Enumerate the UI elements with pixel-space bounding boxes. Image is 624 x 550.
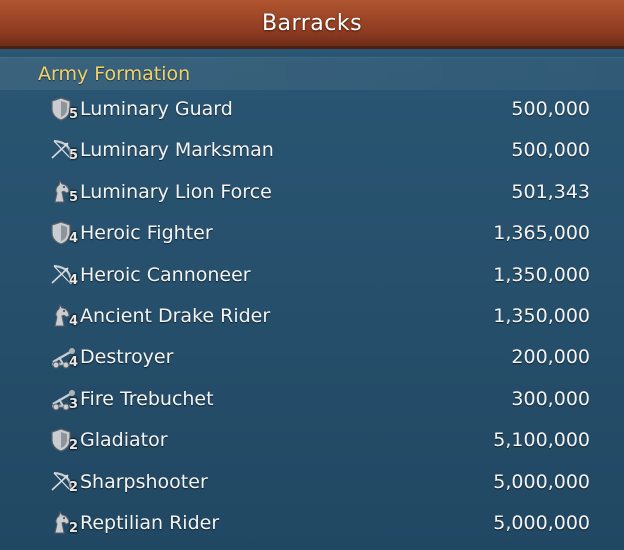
bow-icon: 4 — [50, 263, 78, 289]
tier-badge: 5 — [69, 189, 79, 205]
catapult-icon: 4 — [50, 345, 78, 371]
unit-count: 1,365,000 — [493, 222, 590, 245]
unit-count: 5,100,000 — [493, 429, 590, 452]
tier-badge: 4 — [69, 272, 79, 288]
unit-count: 500,000 — [511, 139, 590, 162]
unit-row: 5 Luminary Lion Force 501,343 — [0, 172, 624, 213]
unit-name: Heroic Cannoneer — [80, 263, 251, 286]
unit-name: Sharpshooter — [80, 470, 208, 493]
unit-row: 4 Heroic Fighter 1,365,000 — [0, 213, 624, 254]
unit-count: 1,350,000 — [493, 304, 590, 327]
unit-count: 501,343 — [511, 180, 590, 203]
shield-icon: 2 — [50, 428, 78, 454]
window-title: Barracks — [261, 10, 363, 36]
tier-badge: 2 — [69, 438, 79, 454]
tier-badge: 5 — [69, 107, 79, 122]
unit-row: 4 Destroyer 200,000 — [0, 337, 624, 378]
unit-name: Luminary Marksman — [80, 139, 274, 162]
catapult-icon: 3 — [50, 387, 78, 413]
unit-row: 3 Fire Trebuchet 300,000 — [0, 379, 624, 420]
window-header: Barracks — [0, 0, 624, 49]
tier-badge: 4 — [69, 231, 79, 247]
unit-row: 2 Gladiator 5,100,000 — [0, 420, 624, 461]
unit-name: Reptilian Rider — [80, 511, 220, 534]
unit-row: 4 Heroic Cannoneer 1,350,000 — [0, 255, 624, 296]
shield-icon: 4 — [50, 221, 78, 247]
unit-name: Luminary Guard — [80, 98, 233, 120]
section-header: Army Formation — [0, 57, 624, 90]
unit-count: 500,000 — [511, 98, 590, 120]
tier-badge: 4 — [69, 355, 79, 371]
unit-name: Heroic Fighter — [80, 222, 213, 245]
tier-badge: 2 — [69, 479, 79, 495]
tier-badge: 2 — [69, 520, 79, 536]
bow-icon: 2 — [50, 470, 78, 496]
unit-name: Ancient Drake Rider — [80, 304, 271, 327]
unit-row: 4 Ancient Drake Rider 1,350,000 — [0, 296, 624, 337]
unit-count: 5,000,000 — [493, 470, 590, 493]
section-title: Army Formation — [38, 63, 191, 85]
unit-row: 2 Reptilian Rider 5,000,000 — [0, 503, 624, 544]
unit-count: 1,350,000 — [493, 263, 590, 286]
bow-icon: 5 — [50, 138, 78, 164]
horse-icon: 4 — [50, 303, 79, 330]
unit-name: Gladiator — [80, 429, 168, 452]
unit-name: Fire Trebuchet — [80, 387, 214, 410]
unit-count: 200,000 — [511, 346, 590, 369]
horse-icon: 5 — [50, 179, 79, 206]
unit-name: Luminary Lion Force — [80, 180, 272, 203]
tier-badge: 4 — [69, 313, 79, 329]
unit-count: 300,000 — [511, 387, 590, 410]
unit-row: 2 Sharpshooter 5,000,000 — [0, 462, 624, 503]
shield-icon: 5 — [50, 97, 78, 123]
horse-icon: 2 — [50, 510, 79, 537]
unit-row: 5 Luminary Marksman 500,000 — [0, 130, 624, 171]
army-panel: Army Formation 5 Luminary Guard 500,000 5 Lu… — [0, 49, 624, 550]
unit-count: 5,000,000 — [493, 511, 590, 534]
tier-badge: 3 — [69, 396, 79, 412]
unit-row: 5 Luminary Guard 500,000 — [0, 89, 624, 130]
tier-badge: 5 — [69, 148, 79, 164]
unit-name: Destroyer — [80, 346, 174, 369]
unit-list: 5 Luminary Guard 500,000 5 Luminary Marksman… — [0, 89, 624, 544]
